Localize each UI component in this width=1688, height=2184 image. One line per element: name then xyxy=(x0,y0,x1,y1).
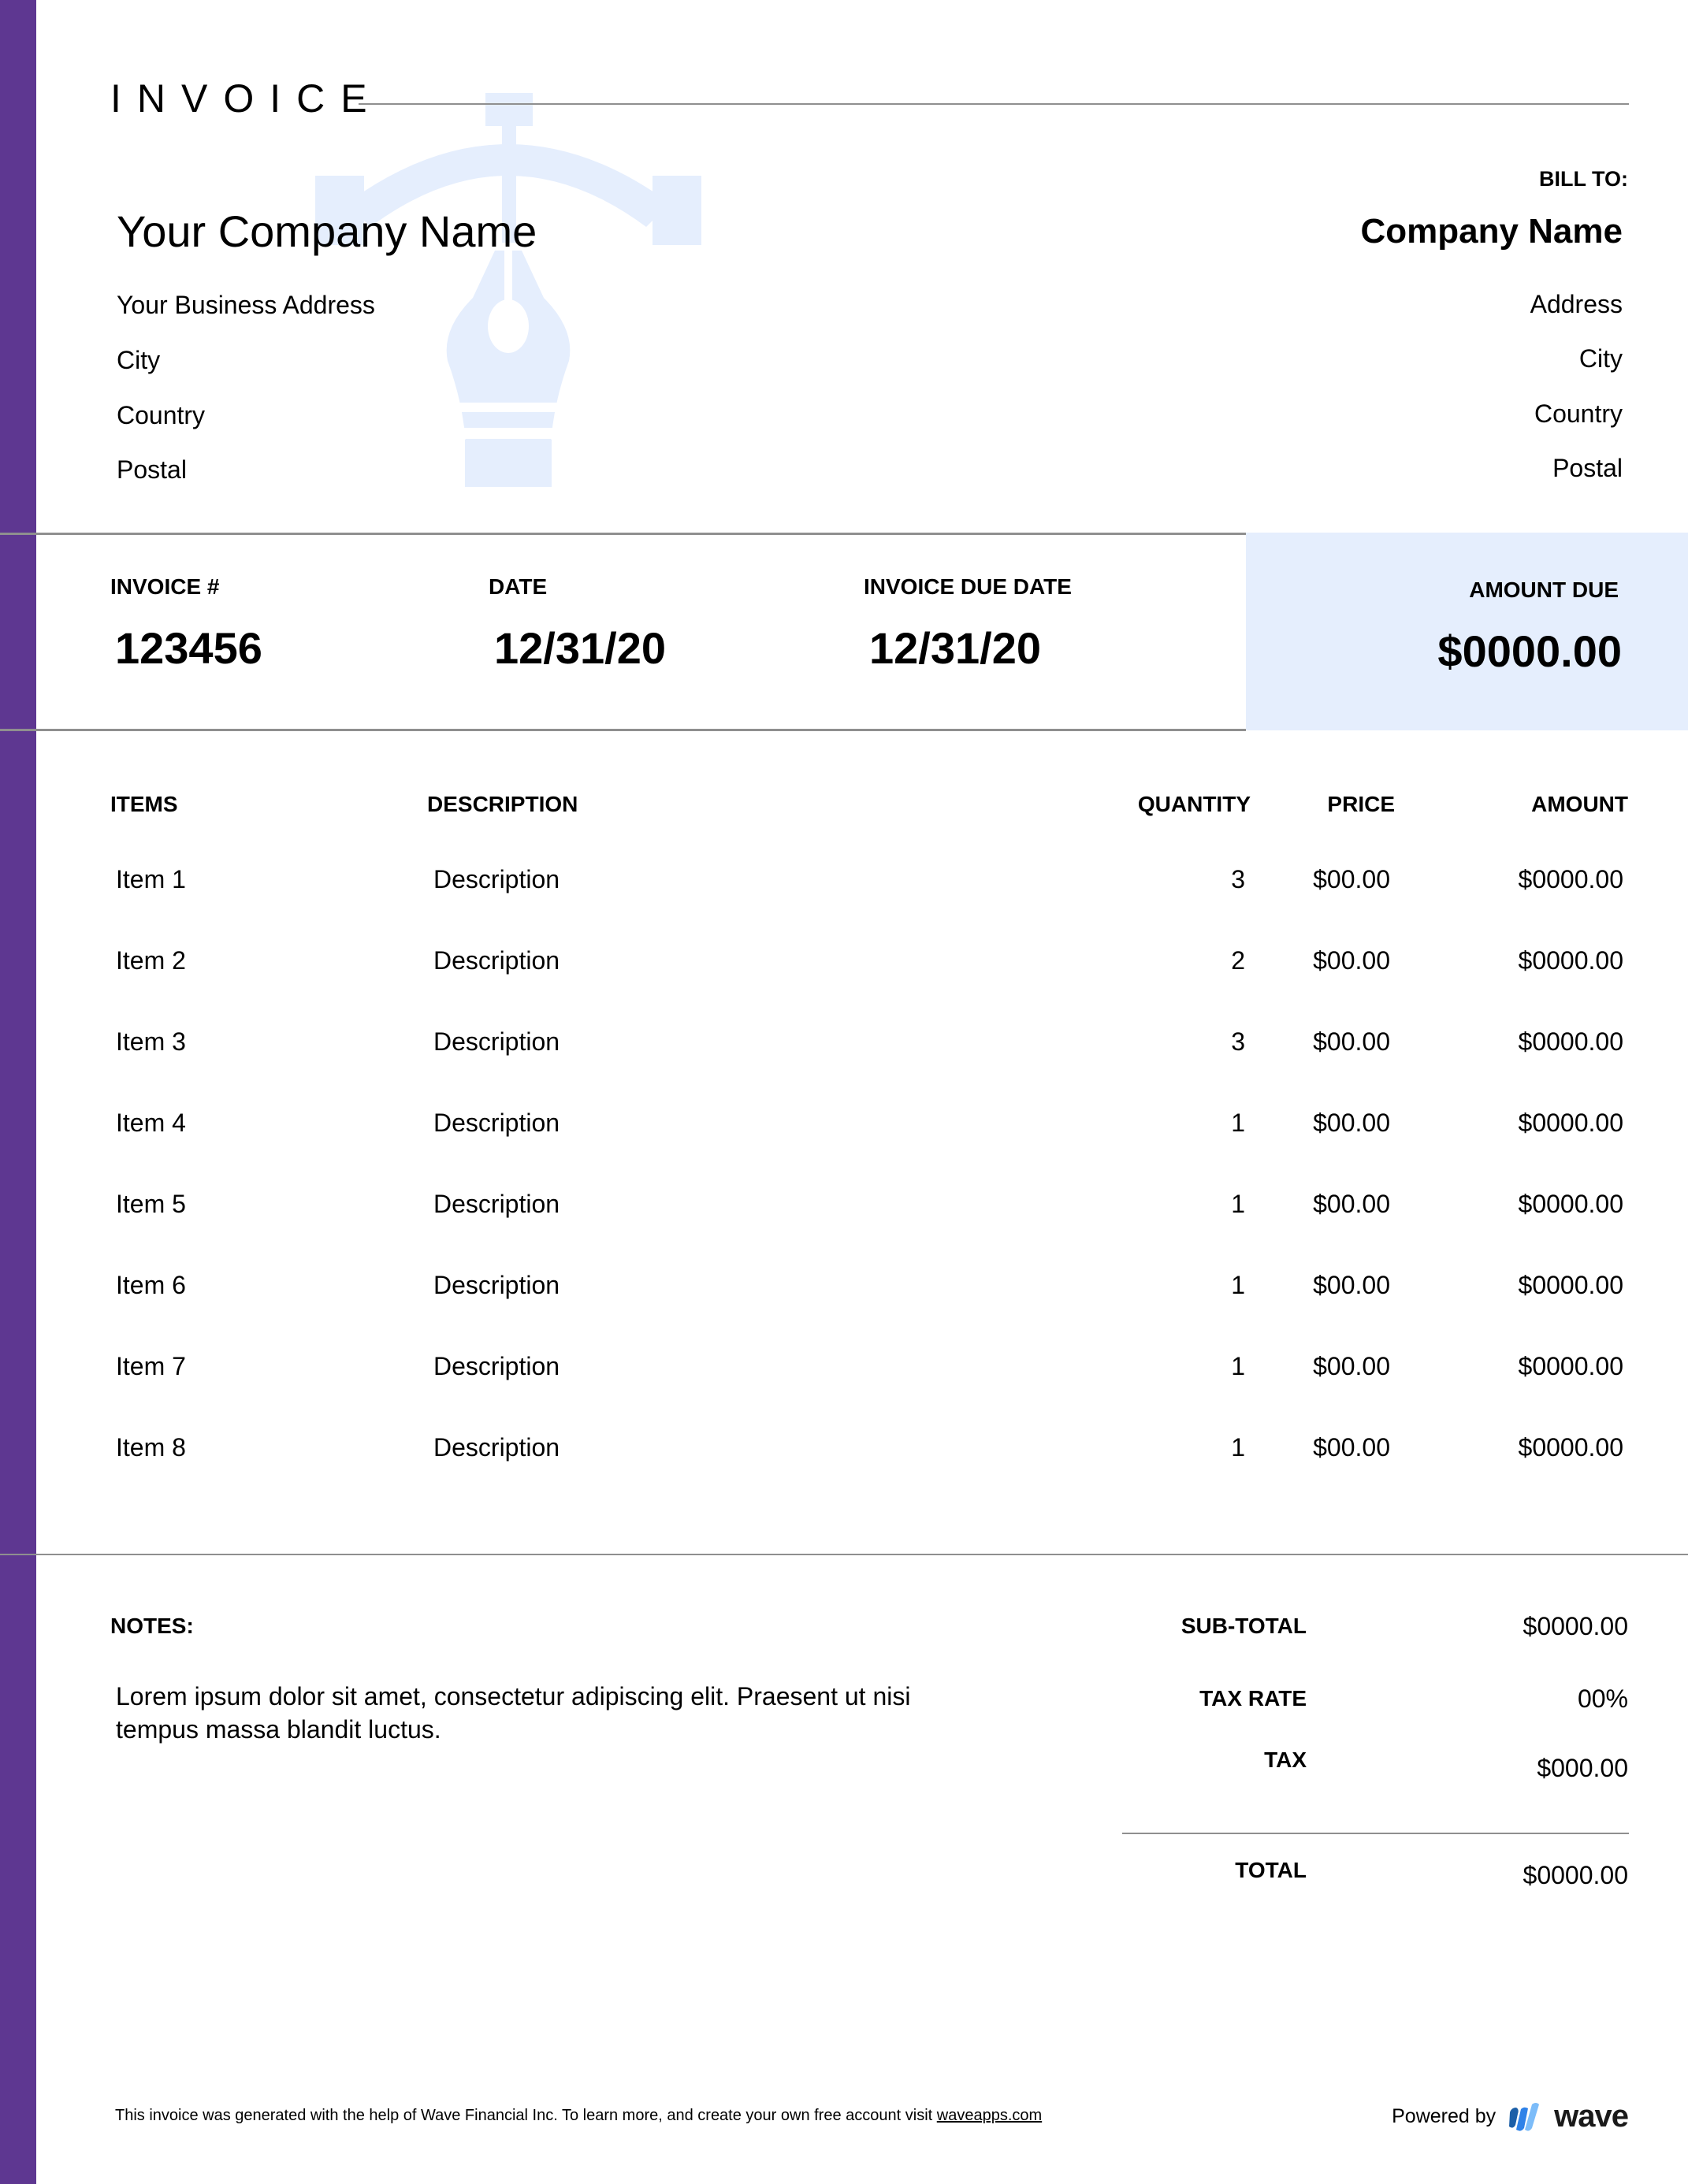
item-amount: $0000.00 xyxy=(1518,1352,1623,1380)
column-header-quantity: QUANTITY xyxy=(1137,792,1251,816)
sender-city: City xyxy=(117,346,161,374)
item-description: Description xyxy=(433,1271,560,1299)
item-name: Item 4 xyxy=(116,1109,186,1137)
section-divider xyxy=(0,533,1246,535)
tax-label: TAX xyxy=(1264,1748,1307,1772)
bill-to-country: Country xyxy=(1534,399,1623,428)
item-amount: $0000.00 xyxy=(1518,865,1623,893)
date-label: DATE xyxy=(489,574,548,599)
tax-value: $000.00 xyxy=(1537,1754,1628,1782)
column-header-items: ITEMS xyxy=(110,792,178,816)
item-price: $00.00 xyxy=(1313,1271,1390,1299)
accent-sidebar xyxy=(0,0,36,2184)
powered-by-label: Powered by xyxy=(1392,2105,1497,2127)
notes-label: NOTES: xyxy=(110,1614,194,1638)
due-date-label: INVOICE DUE DATE xyxy=(864,574,1072,599)
document-title: INVOICE xyxy=(110,76,383,121)
item-name: Item 7 xyxy=(116,1352,186,1380)
item-quantity: 2 xyxy=(1231,946,1245,975)
waveapps-link[interactable]: waveapps.com xyxy=(937,2107,1042,2124)
item-amount: $0000.00 xyxy=(1518,1433,1623,1462)
item-description: Description xyxy=(433,865,560,893)
powered-by-wave[interactable]: Powered by wave xyxy=(1392,2099,1629,2134)
item-price: $00.00 xyxy=(1313,1109,1390,1137)
item-description: Description xyxy=(433,1433,560,1462)
tax-rate-label: TAX RATE xyxy=(1199,1686,1307,1710)
bill-to-label: BILL TO: xyxy=(1539,167,1628,191)
item-name: Item 5 xyxy=(116,1190,186,1218)
item-price: $00.00 xyxy=(1313,946,1390,975)
title-divider xyxy=(359,103,1629,105)
table-row: Item 2 Description 2 $00.00 $0000.00 xyxy=(0,948,1688,995)
table-row: Item 5 Description 1 $00.00 $0000.00 xyxy=(0,1191,1688,1239)
item-quantity: 1 xyxy=(1231,1352,1245,1380)
invoice-number-value: 123456 xyxy=(115,623,262,673)
item-description: Description xyxy=(433,1190,560,1218)
item-amount: $0000.00 xyxy=(1518,946,1623,975)
table-row: Item 3 Description 3 $00.00 $0000.00 xyxy=(0,1029,1688,1076)
item-price: $00.00 xyxy=(1313,1027,1390,1056)
item-quantity: 3 xyxy=(1231,1027,1245,1056)
item-quantity: 1 xyxy=(1231,1433,1245,1462)
amount-due-value: $0000.00 xyxy=(1437,626,1622,676)
notes-text: Lorem ipsum dolor sit amet, consectetur … xyxy=(116,1682,911,1744)
amount-due-label: AMOUNT DUE xyxy=(1469,578,1619,602)
item-name: Item 2 xyxy=(116,946,186,975)
item-name: Item 8 xyxy=(116,1433,186,1462)
item-amount: $0000.00 xyxy=(1518,1027,1623,1056)
item-description: Description xyxy=(433,1027,560,1056)
subtotal-value: $0000.00 xyxy=(1523,1612,1628,1640)
item-price: $00.00 xyxy=(1313,1190,1390,1218)
sender-country: Country xyxy=(117,401,206,429)
date-value: 12/31/20 xyxy=(494,623,666,673)
pen-nib-icon xyxy=(315,93,701,487)
column-header-price: PRICE xyxy=(1327,792,1395,816)
item-price: $00.00 xyxy=(1313,1352,1390,1380)
column-header-description: DESCRIPTION xyxy=(427,792,578,816)
sender-company-name: Your Company Name xyxy=(117,206,537,256)
table-row: Item 1 Description 3 $00.00 $0000.00 xyxy=(0,867,1688,914)
item-quantity: 3 xyxy=(1231,865,1245,893)
item-amount: $0000.00 xyxy=(1518,1109,1623,1137)
wave-wordmark: wave xyxy=(1554,2099,1629,2134)
item-quantity: 1 xyxy=(1231,1271,1245,1299)
bill-to-address: Address xyxy=(1530,290,1623,318)
totals-divider xyxy=(1122,1833,1629,1834)
item-name: Item 1 xyxy=(116,865,186,893)
due-date-value: 12/31/20 xyxy=(869,623,1041,673)
item-amount: $0000.00 xyxy=(1518,1271,1623,1299)
sender-postal: Postal xyxy=(117,455,187,484)
bill-to-company-name: Company Name xyxy=(1360,212,1623,251)
total-label: TOTAL xyxy=(1235,1858,1307,1882)
wave-logo-icon xyxy=(1509,2102,1540,2131)
invoice-number-label: INVOICE # xyxy=(110,574,220,599)
sender-address: Your Business Address xyxy=(117,291,375,319)
item-name: Item 6 xyxy=(116,1271,186,1299)
section-divider xyxy=(0,729,1246,731)
table-row: Item 6 Description 1 $00.00 $0000.00 xyxy=(0,1272,1688,1320)
total-value: $0000.00 xyxy=(1523,1861,1628,1889)
item-name: Item 3 xyxy=(116,1027,186,1056)
item-quantity: 1 xyxy=(1231,1109,1245,1137)
table-row: Item 8 Description 1 $00.00 $0000.00 xyxy=(0,1435,1688,1482)
section-divider xyxy=(0,1554,1688,1555)
bill-to-postal: Postal xyxy=(1552,454,1623,482)
column-header-amount: AMOUNT xyxy=(1531,792,1628,816)
tax-rate-value: 00% xyxy=(1577,1684,1628,1713)
item-price: $00.00 xyxy=(1313,1433,1390,1462)
item-price: $00.00 xyxy=(1313,865,1390,893)
item-description: Description xyxy=(433,946,560,975)
bill-to-city: City xyxy=(1578,344,1623,373)
footer-note: This invoice was generated with the help… xyxy=(115,2108,1042,2123)
item-amount: $0000.00 xyxy=(1518,1190,1623,1218)
item-quantity: 1 xyxy=(1231,1190,1245,1218)
subtotal-label: SUB-TOTAL xyxy=(1180,1614,1307,1638)
footer-text: This invoice was generated with the help… xyxy=(115,2107,937,2124)
table-row: Item 4 Description 1 $00.00 $0000.00 xyxy=(0,1110,1688,1157)
item-description: Description xyxy=(433,1109,560,1137)
item-description: Description xyxy=(433,1352,560,1380)
table-row: Item 7 Description 1 $00.00 $0000.00 xyxy=(0,1354,1688,1401)
